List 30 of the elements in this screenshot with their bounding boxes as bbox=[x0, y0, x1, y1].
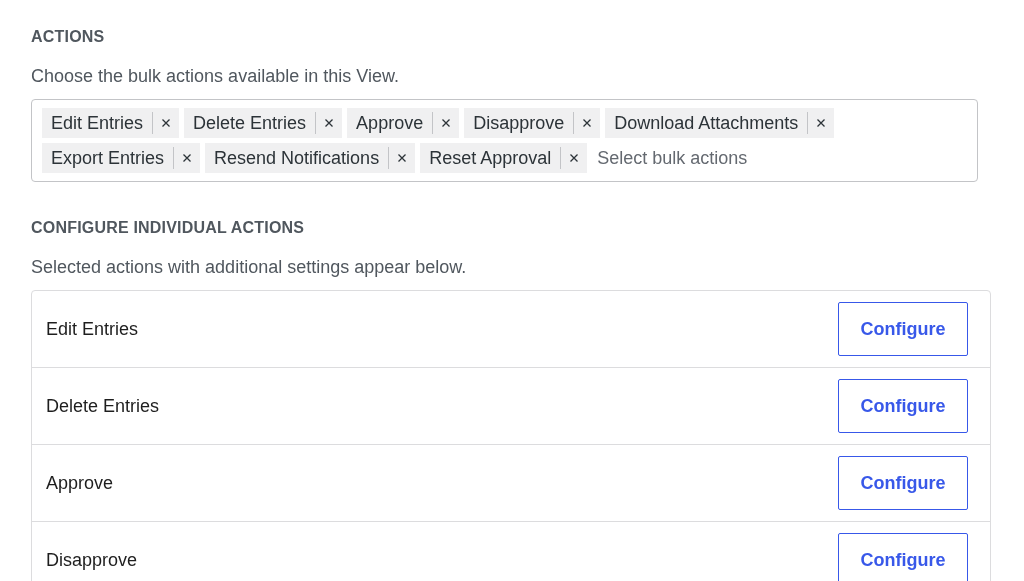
action-name: Edit Entries bbox=[46, 318, 139, 340]
action-name: Disapprove bbox=[46, 549, 138, 571]
close-icon bbox=[570, 154, 579, 162]
section-heading: ACTIONS bbox=[31, 27, 105, 47]
action-name: Approve bbox=[46, 472, 114, 494]
close-icon bbox=[583, 119, 592, 127]
tag-label: Edit Entries bbox=[51, 112, 145, 134]
section-heading: CONFIGURE INDIVIDUAL ACTIONS bbox=[31, 218, 305, 238]
section-description: Choose the bulk actions available in this View. bbox=[31, 65, 399, 88]
action-name: Delete Entries bbox=[46, 395, 160, 417]
close-icon bbox=[325, 119, 334, 127]
configure-button[interactable]: Configure bbox=[838, 379, 968, 433]
multi-select-box[interactable]: Edit Entries Delete Entries Approve Disapprove Download Attachments Export Entries Resend Notifications Reset Approval Select bulk actions bbox=[31, 99, 978, 182]
configure-button[interactable]: Configure bbox=[838, 533, 968, 581]
close-icon bbox=[442, 119, 451, 127]
tag-label: Download Attachments bbox=[614, 112, 800, 134]
tag-label: Export Entries bbox=[51, 147, 166, 169]
tag-label: Disapprove bbox=[473, 112, 566, 134]
tag-label: Approve bbox=[356, 112, 425, 134]
close-icon bbox=[398, 154, 407, 162]
tag-label: Reset Approval bbox=[429, 147, 553, 169]
close-icon bbox=[183, 154, 192, 162]
configure-button[interactable]: Configure bbox=[838, 456, 968, 510]
close-icon bbox=[162, 119, 171, 127]
configure-button[interactable]: Configure bbox=[838, 302, 968, 356]
tag-label: Resend Notifications bbox=[214, 147, 381, 169]
search-input[interactable]: Select bulk actions bbox=[592, 143, 848, 173]
close-icon bbox=[817, 119, 826, 127]
tag-label: Delete Entries bbox=[193, 112, 308, 134]
section-description: Selected actions with additional settings appear below. bbox=[31, 256, 467, 279]
